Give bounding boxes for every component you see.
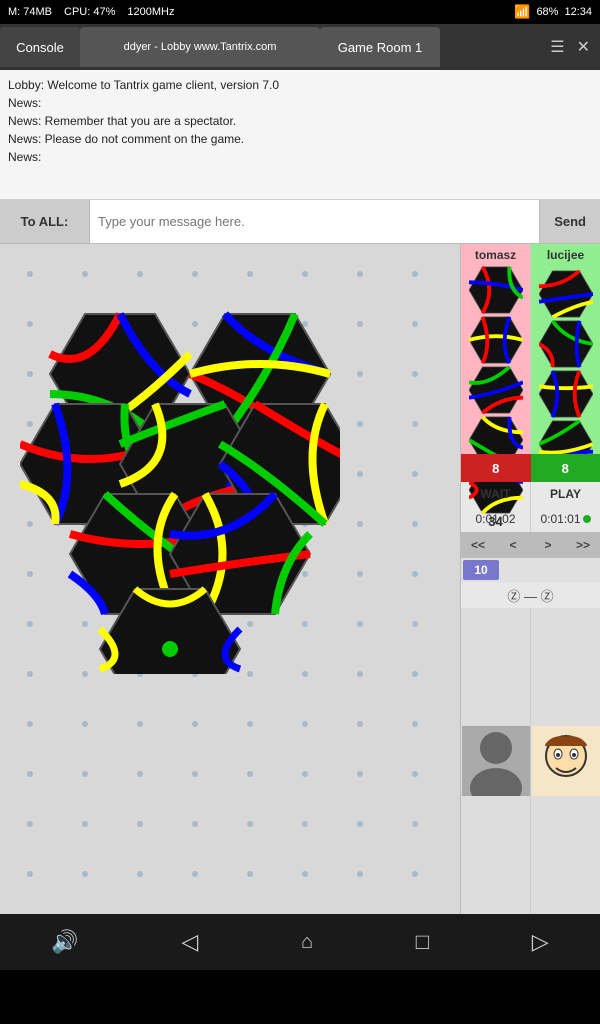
forward-icon: ▷ <box>532 929 549 955</box>
timer-row: 0:01:02 0:01:01 <box>461 506 600 532</box>
move-counter-value: 10 <box>463 560 499 580</box>
score-badge-red: 8 <box>461 454 531 482</box>
status-bar: M: 74MB CPU: 47% 1200MHz 📶 68% 12:34 <box>0 0 600 24</box>
volume-icon: 🔊 <box>51 929 78 955</box>
timer-active-dot <box>583 515 591 523</box>
avatar-tomasz <box>461 608 531 914</box>
nav-prev[interactable]: < <box>496 532 531 558</box>
chat-msg-4: News: <box>8 148 592 166</box>
volume-btn[interactable]: 🔊 <box>51 929 78 955</box>
cpu-info: CPU: 47% <box>64 6 115 18</box>
nav-last[interactable]: >> <box>566 532 600 558</box>
mem-info: M: 74MB <box>8 6 52 18</box>
message-bar: To ALL: Send <box>0 200 600 244</box>
home-icon: ⌂ <box>301 931 313 954</box>
tab-gameroom-label: Game Room 1 <box>338 40 423 55</box>
tile-lucijee-2 <box>539 320 593 368</box>
board-hexes <box>20 294 340 679</box>
recent-btn[interactable]: □ <box>416 929 429 955</box>
status-left: M: 74MB CPU: 47% 1200MHz <box>8 6 174 18</box>
forward-btn[interactable]: ▷ <box>532 929 549 955</box>
status-play: PLAY <box>531 482 600 506</box>
tab-bar: Console ddyer - Lobby www.Tantrix.com Ga… <box>0 24 600 70</box>
avatar-tomasz-img <box>462 726 530 796</box>
avatar-row <box>461 608 600 914</box>
back-btn[interactable]: ◁ <box>181 929 198 955</box>
nav-next[interactable]: > <box>531 532 566 558</box>
battery-info: 68% <box>536 6 558 18</box>
tile-tomasz-2 <box>469 316 523 364</box>
message-input[interactable] <box>90 200 539 243</box>
tab-lobby[interactable]: ddyer - Lobby www.Tantrix.com <box>80 27 320 67</box>
tab-console-label: Console <box>16 40 64 55</box>
timer-tomasz: 0:01:02 <box>461 506 531 532</box>
timer-tomasz-value: 0:01:02 <box>475 512 515 526</box>
freq-info: 1200MHz <box>127 6 174 18</box>
player-tiles-lucijee <box>539 270 593 468</box>
player-name-tomasz: tomasz <box>475 248 516 262</box>
close-tab-btn[interactable]: ✕ <box>573 35 594 59</box>
player-col-lucijee: lucijee <box>531 244 600 454</box>
move-counter-row: 10 <box>461 558 600 582</box>
chat-msg-2: News: Remember that you are a spectator. <box>8 112 592 130</box>
right-panel: tomasz <box>460 244 600 914</box>
player-col-tomasz: tomasz <box>461 244 531 454</box>
menu-icon-btn[interactable]: ☰ <box>546 35 568 59</box>
chat-msg-1: News: <box>8 94 592 112</box>
tile-tomasz-1 <box>469 266 523 314</box>
game-area: // dots are rendered via JS below <box>0 244 600 914</box>
to-all-label: To ALL: <box>0 200 90 243</box>
tile-lucijee-3 <box>539 370 593 418</box>
back-icon: ◁ <box>181 929 198 955</box>
status-row: WAIT PLAY <box>461 482 600 506</box>
players-row: tomasz <box>461 244 600 454</box>
avatar-lucijee <box>531 608 600 914</box>
score-badges: 8 8 <box>461 454 600 482</box>
tab-lobby-label: ddyer - Lobby www.Tantrix.com <box>124 41 277 53</box>
time-display: 12:34 <box>564 6 592 18</box>
chat-area: Lobby: Welcome to Tantrix game client, v… <box>0 70 600 200</box>
recent-icon: □ <box>416 929 429 955</box>
player-name-lucijee: lucijee <box>547 248 584 262</box>
nav-first[interactable]: << <box>461 532 496 558</box>
board-svg <box>20 294 340 674</box>
tile-lucijee-1 <box>539 270 593 318</box>
send-button[interactable]: Send <box>539 200 600 243</box>
chat-msg-3: News: Please do not comment on the game. <box>8 130 592 148</box>
timer-lucijee-value: 0:01:01 <box>540 512 580 526</box>
timer-lucijee: 0:01:01 <box>531 506 600 532</box>
tab-console[interactable]: Console <box>0 27 80 67</box>
wifi-icon: 📶 <box>514 4 530 20</box>
nav-buttons: << < > >> <box>461 532 600 558</box>
symbol-display: Ⓩ — Ⓩ <box>507 586 553 605</box>
symbol-row: Ⓩ — Ⓩ <box>461 582 600 608</box>
score-badge-green: 8 <box>531 454 600 482</box>
board-panel: // dots are rendered via JS below <box>0 244 460 914</box>
nav-bar: 🔊 ◁ ⌂ □ ▷ <box>0 914 600 970</box>
tile-tomasz-3 <box>469 366 523 414</box>
status-right: 📶 68% 12:34 <box>514 4 592 20</box>
chat-msg-0: Lobby: Welcome to Tantrix game client, v… <box>8 76 592 94</box>
home-btn[interactable]: ⌂ <box>301 931 313 954</box>
avatar-lucijee-img <box>532 726 600 796</box>
status-wait: WAIT <box>461 482 531 506</box>
tab-gameroom[interactable]: Game Room 1 <box>320 27 440 67</box>
tab-icons: ☰ ✕ <box>546 35 600 59</box>
